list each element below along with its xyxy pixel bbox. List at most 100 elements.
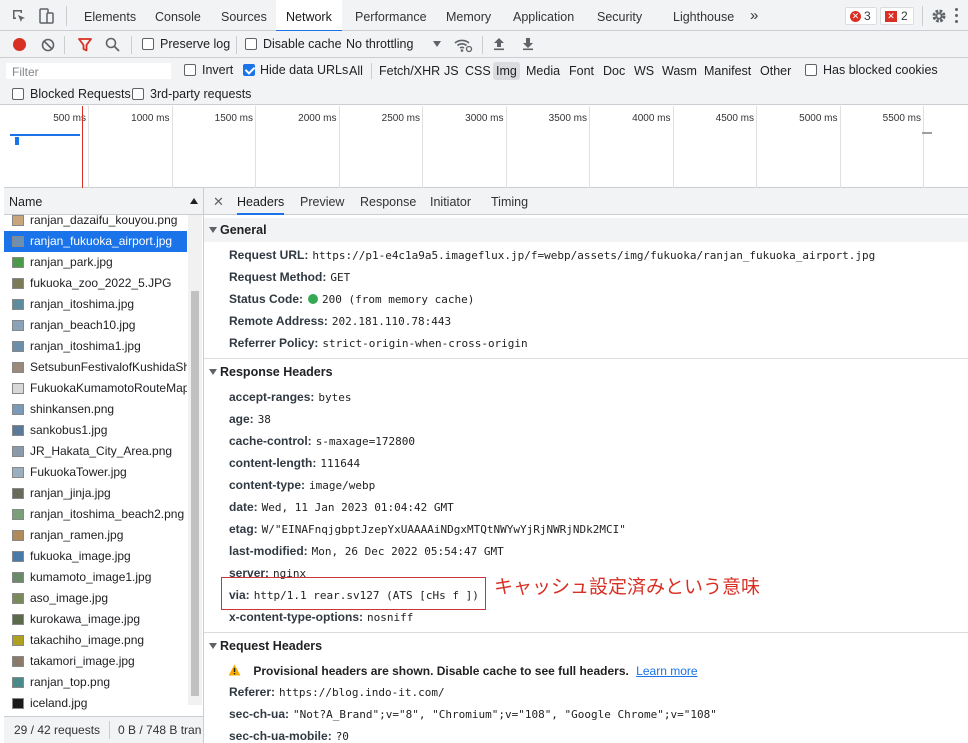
image-thumbnail-icon <box>12 383 24 394</box>
search-icon[interactable] <box>105 37 120 52</box>
type-filter-manifest[interactable]: Manifest <box>704 62 751 80</box>
timeline-tick-label: 2500 ms <box>381 113 420 124</box>
request-list-item[interactable]: sankobus1.jpg <box>4 420 187 441</box>
request-list-item[interactable]: FukuokaTower.jpg <box>4 462 187 483</box>
request-list-item[interactable]: ranjan_top.png <box>4 672 187 693</box>
settings-gear-icon[interactable] <box>931 8 947 24</box>
third-party-requests-checkbox[interactable] <box>132 88 144 100</box>
request-headers-section-header[interactable]: Request Headers <box>204 634 968 658</box>
blocked-requests-checkbox[interactable] <box>12 88 24 100</box>
image-thumbnail-icon <box>12 299 24 310</box>
request-list-item[interactable]: kumamoto_image1.jpg <box>4 567 187 588</box>
devtools-tabbar: Elements Console Sources Network Perform… <box>0 0 968 32</box>
clear-icon[interactable] <box>41 38 55 52</box>
throttling-select[interactable]: No throttling <box>346 37 413 51</box>
type-filter-media[interactable]: Media <box>526 62 560 80</box>
device-toolbar-icon[interactable] <box>37 7 55 25</box>
inspect-element-icon[interactable] <box>11 8 27 24</box>
request-list-item[interactable]: takachiho_image.png <box>4 630 187 651</box>
tab-elements[interactable]: Elements <box>84 0 136 31</box>
network-overview-timeline[interactable]: 500 ms 1000 ms 1500 ms 2000 ms 2500 ms 3000 m… <box>4 106 968 188</box>
response-headers-section-header[interactable]: Response Headers <box>204 360 968 384</box>
filter-input[interactable]: Filter <box>5 62 172 80</box>
image-thumbnail-icon <box>12 236 24 247</box>
response-header-row: date: Wed, 11 Jan 2023 01:04:42 GMT <box>229 498 454 516</box>
type-filter-font[interactable]: Font <box>569 62 594 80</box>
type-filter-img[interactable]: Img <box>493 62 520 80</box>
request-list-item[interactable]: ranjan_beach10.jpg <box>4 315 187 336</box>
type-filter-wasm[interactable]: Wasm <box>662 62 697 80</box>
more-options-icon[interactable] <box>955 7 959 25</box>
issues-badge[interactable]: ✕ 2 <box>880 7 914 25</box>
request-list-item[interactable]: iceland.jpg <box>4 693 187 714</box>
request-list-item[interactable]: ranjan_itoshima_beach2.png <box>4 504 187 525</box>
tab-response[interactable]: Response <box>360 188 416 215</box>
request-list-item[interactable]: ranjan_jinja.jpg <box>4 483 187 504</box>
tab-application[interactable]: Application <box>513 0 574 31</box>
filter-funnel-icon[interactable] <box>78 38 92 52</box>
request-name: fukuoka_image.jpg <box>30 549 131 563</box>
request-list-item[interactable]: JR_Hakata_City_Area.png <box>4 441 187 462</box>
type-filter-other[interactable]: Other <box>760 62 791 80</box>
request-list-item[interactable]: SetsubunFestivalofKushidaShrine <box>4 357 187 378</box>
request-list-item[interactable]: ranjan_itoshima.jpg <box>4 294 187 315</box>
hide-data-urls-checkbox[interactable] <box>243 64 255 76</box>
request-list-item[interactable]: kurokawa_image.jpg <box>4 609 187 630</box>
errors-badge[interactable]: ✕ 3 <box>845 7 877 25</box>
tab-preview[interactable]: Preview <box>300 188 344 215</box>
has-blocked-cookies-checkbox[interactable] <box>805 64 817 76</box>
timeline-gridline <box>422 106 423 188</box>
request-list-item[interactable]: fukuoka_zoo_2022_5.JPG <box>4 273 187 294</box>
invert-checkbox[interactable] <box>184 64 196 76</box>
request-list-item[interactable]: FukuokaKumamotoRouteMap <box>4 378 187 399</box>
blocked-requests-label: Blocked Requests <box>30 87 131 101</box>
request-list-scrollbar[interactable] <box>188 215 202 705</box>
request-list-item[interactable]: ranjan_dazaifu_kouyou.png <box>4 210 187 231</box>
type-filter-ws[interactable]: WS <box>634 62 654 80</box>
request-list-item[interactable]: fukuoka_image.jpg <box>4 546 187 567</box>
request-list-item[interactable]: shinkansen.png <box>4 399 187 420</box>
via-highlight-box <box>221 577 486 610</box>
tab-lighthouse[interactable]: Lighthouse <box>673 0 734 31</box>
tab-security[interactable]: Security <box>597 0 642 31</box>
row-key: last-modified: <box>229 544 308 558</box>
type-filter-fetch-xhr[interactable]: Fetch/XHR <box>379 62 440 80</box>
learn-more-link[interactable]: Learn more <box>636 664 697 678</box>
tab-timing[interactable]: Timing <box>491 188 528 215</box>
preserve-log-checkbox[interactable] <box>142 38 154 50</box>
tab-memory[interactable]: Memory <box>446 0 491 31</box>
close-detail-icon[interactable]: ✕ <box>213 194 224 210</box>
request-list-item[interactable]: aso_image.jpg <box>4 588 187 609</box>
tab-initiator[interactable]: Initiator <box>430 188 471 215</box>
request-list-item[interactable]: ranjan_ramen.jpg <box>4 525 187 546</box>
requests-count: 29 / 42 requests <box>14 723 101 737</box>
expand-triangle-icon <box>209 227 217 233</box>
record-button-icon[interactable] <box>13 38 26 51</box>
request-name: FukuokaKumamotoRouteMap <box>30 381 187 395</box>
tab-performance[interactable]: Performance <box>355 0 427 31</box>
request-list-item[interactable]: takamori_image.jpg <box>4 651 187 672</box>
scrollbar-thumb[interactable] <box>191 291 199 696</box>
import-har-upload-icon[interactable] <box>492 37 506 51</box>
more-tabs-button[interactable]: » <box>750 0 758 31</box>
tab-sources[interactable]: Sources <box>221 0 267 31</box>
type-filter-all[interactable]: All <box>349 62 363 80</box>
general-section-header[interactable]: General <box>204 218 968 242</box>
throttling-dropdown-icon[interactable] <box>433 41 441 47</box>
request-list-item[interactable]: ranjan_park.jpg <box>4 252 187 273</box>
row-value: 111644 <box>320 457 361 470</box>
type-filter-css[interactable]: CSS <box>465 62 491 80</box>
type-filter-doc[interactable]: Doc <box>603 62 625 80</box>
tab-network[interactable]: Network <box>276 0 342 32</box>
disable-cache-checkbox[interactable] <box>245 38 257 50</box>
row-value: https://blog.indo-it.com/ <box>279 686 445 699</box>
tab-console[interactable]: Console <box>155 0 201 31</box>
tab-headers[interactable]: Headers <box>237 188 285 215</box>
network-conditions-wifi-icon[interactable] <box>453 36 473 54</box>
divider <box>204 632 968 633</box>
export-har-download-icon[interactable] <box>521 37 535 51</box>
type-filter-js[interactable]: JS <box>444 62 459 80</box>
request-list-item[interactable]: ranjan_itoshima1.jpg <box>4 336 187 357</box>
issue-icon: ✕ <box>885 11 897 22</box>
request-list-item[interactable]: ranjan_fukuoka_airport.jpg <box>4 231 187 252</box>
